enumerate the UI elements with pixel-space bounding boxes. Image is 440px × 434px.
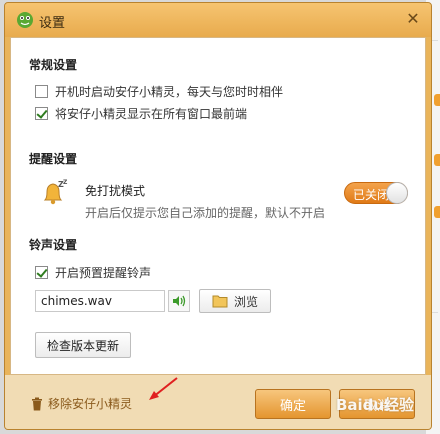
close-button[interactable]: ✕ <box>403 9 423 29</box>
autostart-checkbox[interactable] <box>35 85 48 98</box>
background-badge <box>434 94 440 106</box>
ontop-option[interactable]: 将安仔小精灵显示在所有窗口最前端 <box>35 105 247 122</box>
background-badge <box>434 206 440 218</box>
speaker-icon <box>173 295 186 307</box>
app-mascot-icon <box>17 12 33 28</box>
dnd-title: 免打扰模式 <box>85 184 146 198</box>
check-update-button[interactable]: 检查版本更新 <box>35 332 131 358</box>
baidu-watermark: Baidu经验 <box>335 395 415 414</box>
section-title-ringtone: 铃声设置 <box>29 238 78 252</box>
folder-icon <box>212 295 228 308</box>
dnd-toggle[interactable]: 已关闭 <box>344 182 408 204</box>
remove-app-label: 移除安仔小精灵 <box>48 397 133 411</box>
browse-button[interactable]: 浏览 <box>199 289 271 313</box>
remove-app-link[interactable]: 移除安仔小精灵 <box>31 395 132 412</box>
settings-dialog: 设置 ✕ 常规设置 开机时启动安仔小精灵，每天与您时时相伴 将安仔小精灵显示在所… <box>4 2 432 430</box>
ontop-checkbox[interactable] <box>35 107 48 120</box>
play-sound-button[interactable] <box>168 290 190 312</box>
autostart-label: 开机时启动安仔小精灵，每天与您时时相伴 <box>55 85 284 99</box>
trash-icon <box>32 397 42 410</box>
toggle-knob <box>386 182 408 204</box>
dnd-toggle-label: 已关闭 <box>353 188 390 202</box>
section-title-general: 常规设置 <box>29 58 78 72</box>
autostart-option[interactable]: 开机时启动安仔小精灵，每天与您时时相伴 <box>35 83 283 100</box>
annotation-arrow-icon <box>149 377 178 400</box>
preset-ringtone-checkbox[interactable] <box>35 266 48 279</box>
preset-ringtone-option[interactable]: 开启预置提醒铃声 <box>35 264 151 281</box>
svg-text:Z: Z <box>63 179 68 186</box>
browse-label: 浏览 <box>233 294 258 309</box>
window-title: 设置 <box>39 16 66 31</box>
title-bar[interactable]: 设置 ✕ <box>5 3 431 37</box>
close-icon: ✕ <box>406 9 420 28</box>
background-badge <box>434 154 440 166</box>
ontop-label: 将安仔小精灵显示在所有窗口最前端 <box>55 107 248 121</box>
sound-file-field[interactable]: chimes.wav <box>35 290 165 312</box>
preset-ringtone-label: 开启预置提醒铃声 <box>55 266 152 280</box>
settings-content: 常规设置 开机时启动安仔小精灵，每天与您时时相伴 将安仔小精灵显示在所有窗口最前… <box>10 37 426 375</box>
section-title-reminder: 提醒设置 <box>29 152 78 166</box>
dnd-description: 开启后仅提示您自己添加的提醒，默认不开启 <box>85 206 326 220</box>
bell-zzz-icon: Z Z <box>43 179 68 205</box>
